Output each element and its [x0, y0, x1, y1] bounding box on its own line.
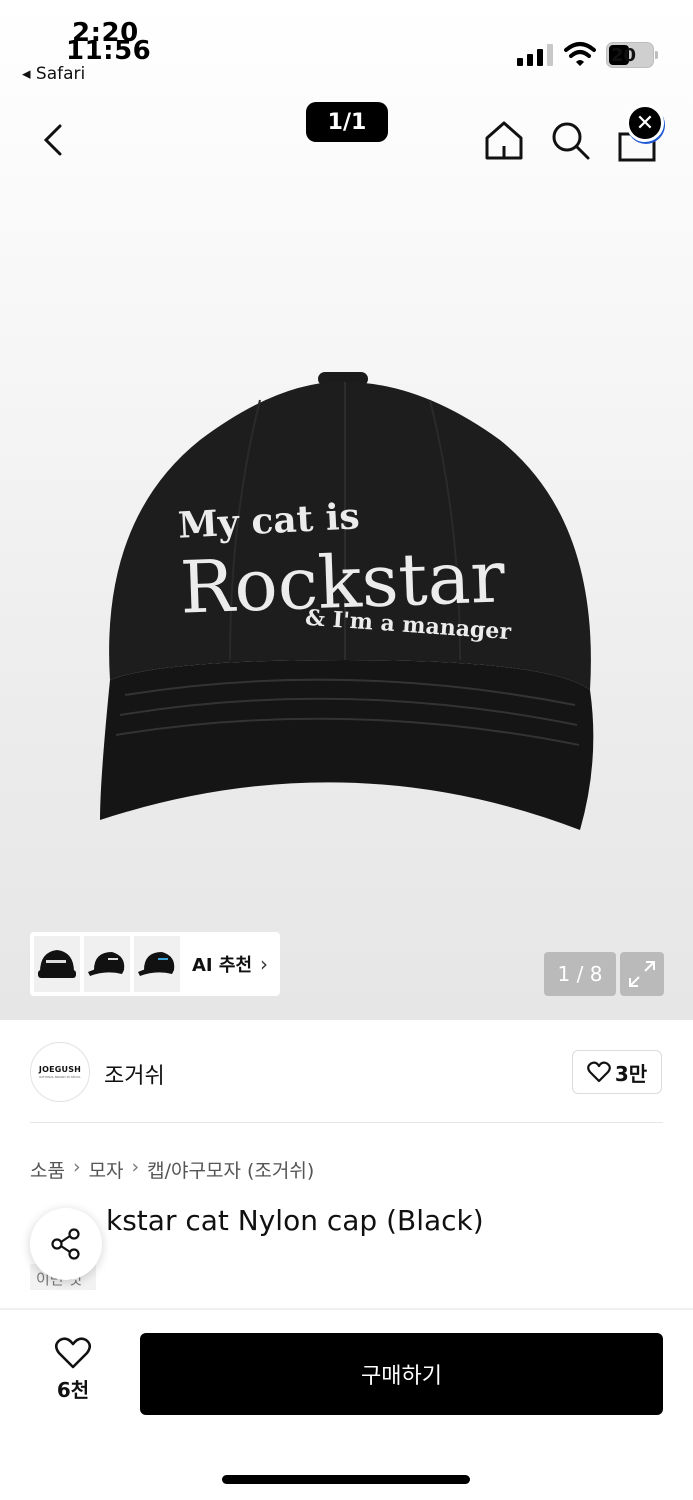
- breadcrumb-item[interactable]: 모자: [89, 1156, 124, 1183]
- brand-like-count: 3만: [614, 1061, 648, 1086]
- brand-logo-subtext: RATIONAL BRAND IN SEOUL: [39, 1075, 81, 1079]
- status-bar: 2:20 11:56 ◂ Safari 20: [0, 0, 693, 92]
- cap-thumb-icon: [138, 952, 175, 976]
- product-image-viewer[interactable]: 2:20 11:56 ◂ Safari 20 1/1 ✕ My cat is R…: [0, 0, 693, 1020]
- share-icon: [51, 1228, 80, 1260]
- image-counter: 1 / 8: [544, 952, 616, 996]
- ai-recommend-label[interactable]: AI 추천: [192, 951, 252, 977]
- expand-icon[interactable]: [620, 952, 664, 996]
- heart-icon: [586, 1061, 611, 1083]
- chevron-left-icon[interactable]: [34, 118, 74, 162]
- brand-name[interactable]: 조거쉬: [104, 1058, 165, 1090]
- wifi-icon: [564, 42, 596, 66]
- cap-thumb-icon: [88, 952, 125, 976]
- cap-thumb-icon: [38, 950, 76, 978]
- breadcrumb: 소품 › 모자 › 캡/야구모자 (조거쉬): [30, 1156, 314, 1183]
- breadcrumb-item[interactable]: 소품: [30, 1156, 65, 1183]
- thumbnail-1[interactable]: [34, 936, 80, 992]
- battery-cap: [655, 51, 658, 59]
- product-title-text: kstar cat Nylon cap (Black): [106, 1204, 484, 1237]
- cellular-signal-icon: [517, 44, 553, 66]
- ai-recommend-strip[interactable]: AI 추천 ›: [30, 932, 280, 996]
- battery-level: 20: [611, 44, 637, 66]
- thumbnail-2[interactable]: [84, 936, 130, 992]
- chevron-right-icon: ›: [260, 952, 269, 976]
- search-icon[interactable]: [548, 118, 592, 162]
- breadcrumb-separator: ›: [72, 1156, 81, 1178]
- divider: [0, 1308, 693, 1310]
- breadcrumb-item[interactable]: 캡/야구모자 (조거쉬): [147, 1156, 314, 1183]
- breadcrumb-separator: ›: [131, 1156, 140, 1178]
- back-to-safari-link[interactable]: ◂ Safari: [22, 64, 85, 84]
- divider: [30, 1122, 663, 1123]
- buy-button[interactable]: 구매하기: [140, 1333, 663, 1415]
- wishlist-button[interactable]: 6천: [40, 1336, 106, 1416]
- thumbnail-3[interactable]: [134, 936, 180, 992]
- brand-like-button[interactable]: 3만: [572, 1050, 662, 1094]
- page-indicator: 1/1: [306, 102, 388, 142]
- wishlist-count: 6천: [56, 1378, 90, 1402]
- status-time-overlay: 11:56: [66, 36, 152, 66]
- close-icon[interactable]: ✕: [626, 104, 664, 142]
- home-icon[interactable]: [482, 118, 526, 162]
- home-indicator[interactable]: [222, 1475, 470, 1484]
- brand-logo[interactable]: JOEGUSH RATIONAL BRAND IN SEOUL: [30, 1042, 90, 1102]
- brand-logo-text: JOEGUSH: [38, 1065, 82, 1074]
- heart-icon: [54, 1337, 92, 1369]
- share-button[interactable]: [30, 1208, 102, 1280]
- battery-indicator: 20: [606, 42, 654, 68]
